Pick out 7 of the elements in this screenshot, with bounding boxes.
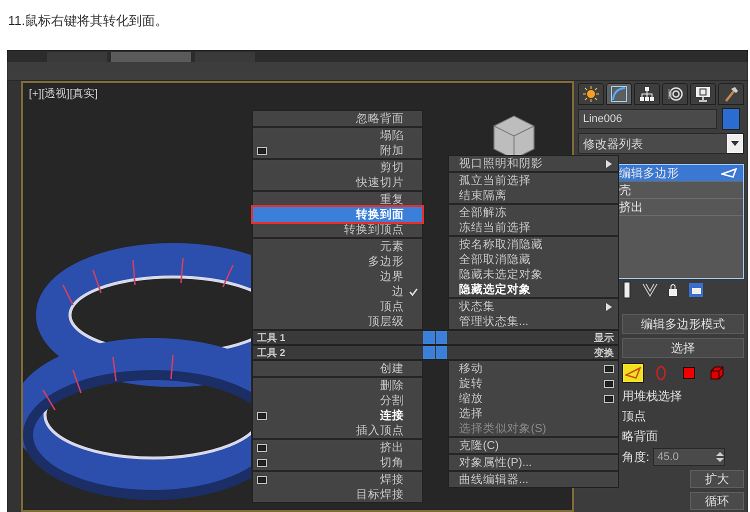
- option-label: 顶点: [622, 408, 647, 424]
- quadrant-label-bar: 工具 2 变换: [252, 345, 619, 360]
- option-label: 略背面: [622, 428, 659, 444]
- quadrant-label-bar: 工具 1 显示: [252, 330, 619, 345]
- caption: 11.鼠标右键将其转化到面。: [7, 12, 170, 30]
- option-label: 用堆栈选择: [622, 388, 683, 404]
- angle-label: 角度:: [622, 449, 650, 465]
